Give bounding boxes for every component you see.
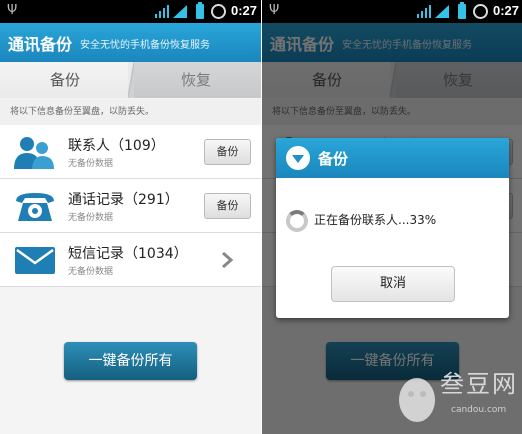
hint-text: 将以下信息备份至翼盘，以防丢失。 xyxy=(0,99,261,125)
cell-signal-icon xyxy=(435,5,449,18)
progress-spinner-icon xyxy=(286,210,308,232)
progress-message: 正在备份联系人...33% xyxy=(314,213,437,227)
cell-signal-icon xyxy=(173,5,187,18)
app-header: 通讯备份 安全无忧的手机备份恢复服务 xyxy=(0,23,261,62)
wifi-signal-icon xyxy=(417,5,431,18)
backup-all-button[interactable]: 一键备份所有 xyxy=(64,342,197,380)
status-bar: Ψ 0:27 xyxy=(0,0,261,23)
item-subtitle: 无备份数据 xyxy=(68,213,114,223)
item-title: 联系人（109） xyxy=(68,138,165,154)
backup-contacts-button[interactable]: 备份 xyxy=(204,139,251,165)
list-item-sms[interactable]: 短信记录（1034） 无备份数据 xyxy=(0,233,261,287)
usb-icon: Ψ xyxy=(269,3,280,18)
usb-icon: Ψ xyxy=(7,3,18,18)
app-subtitle: 安全无忧的手机备份恢复服务 xyxy=(80,40,210,51)
watermark-text: 叁豆网 xyxy=(440,370,518,398)
item-title: 通话记录（291） xyxy=(68,192,179,208)
envelope-icon xyxy=(15,247,55,274)
dialog-header: 备份 xyxy=(276,138,509,178)
cancel-button[interactable]: 取消 xyxy=(331,266,455,302)
tab-restore[interactable]: 恢复 xyxy=(131,62,261,98)
status-time: 0:27 xyxy=(231,3,258,18)
chevron-right-icon xyxy=(222,251,234,269)
battery-icon xyxy=(458,2,466,19)
watermark-url: candou.com xyxy=(451,405,507,415)
backup-list: 联系人（109） 无备份数据 备份 通话记录（291） 无备份数据 备份 xyxy=(0,125,261,287)
screenshot-pair: Ψ 0:27 通讯备份 安全无忧的手机备份恢复服务 恢复 备份 将以下信息备份至… xyxy=(0,0,522,434)
tab-divider xyxy=(128,62,134,98)
tab-bar: 恢复 备份 xyxy=(0,62,261,98)
alarm-icon xyxy=(473,4,488,19)
item-subtitle: 无备份数据 xyxy=(68,159,114,169)
backup-progress-dialog: 备份 正在备份联系人...33% 取消 xyxy=(276,138,509,318)
list-item-call-log: 通话记录（291） 无备份数据 备份 xyxy=(0,179,261,233)
item-title: 短信记录（1034） xyxy=(68,246,188,262)
dialog-title: 备份 xyxy=(318,150,349,168)
item-subtitle: 无备份数据 xyxy=(68,267,114,277)
alarm-icon xyxy=(211,4,226,19)
status-time: 0:27 xyxy=(493,3,520,18)
status-bar: Ψ 0:27 xyxy=(262,0,522,23)
dropdown-circle-icon xyxy=(286,146,310,170)
app-title: 通讯备份 xyxy=(8,35,73,54)
battery-icon xyxy=(196,2,204,19)
list-item-contacts: 联系人（109） 无备份数据 备份 xyxy=(0,125,261,179)
wifi-signal-icon xyxy=(155,5,169,18)
phone-icon xyxy=(16,193,54,221)
tab-backup[interactable]: 备份 xyxy=(0,62,130,98)
contacts-icon xyxy=(14,137,54,169)
phone-screen-backup: Ψ 0:27 通讯备份 安全无忧的手机备份恢复服务 恢复 备份 将以下信息备份至… xyxy=(0,0,261,434)
backup-call-log-button[interactable]: 备份 xyxy=(204,193,251,219)
